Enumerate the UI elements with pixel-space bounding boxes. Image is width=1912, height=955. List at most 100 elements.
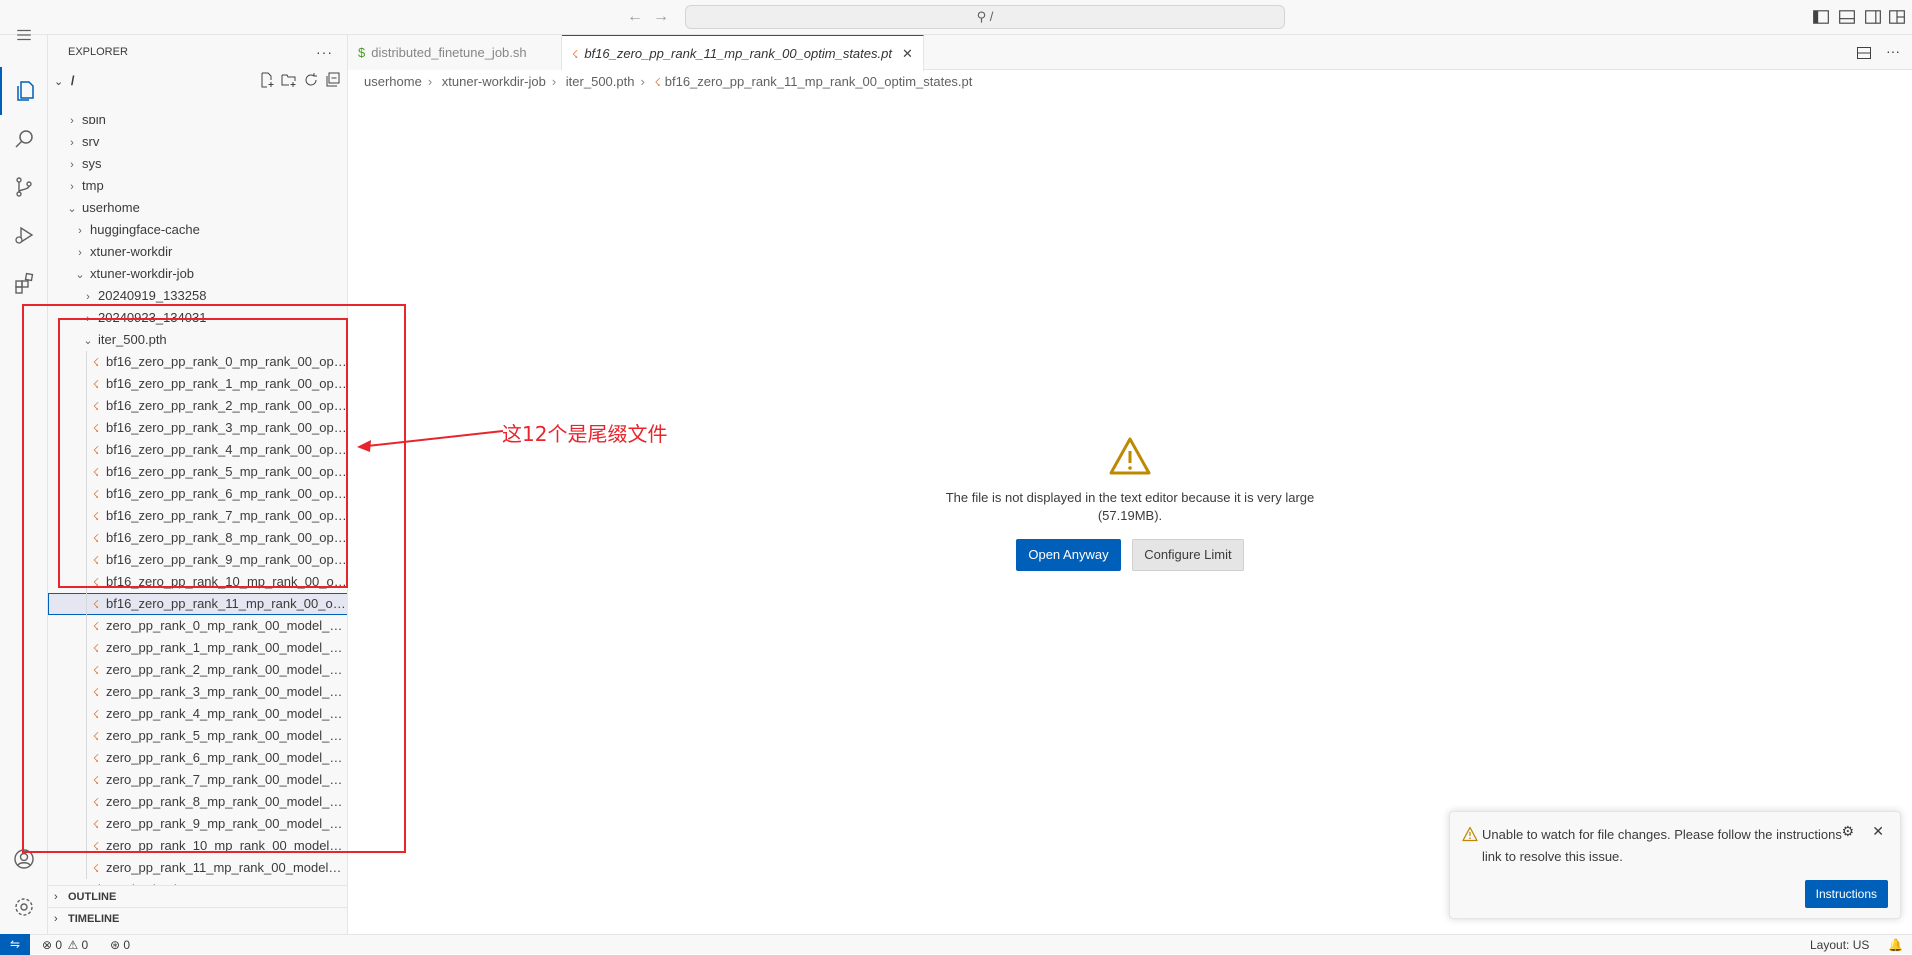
toggle-primary-sidebar-icon[interactable] [1812,8,1830,26]
ports-icon: ⊛ [110,938,121,952]
chevron-down-icon: ⌄ [54,76,64,88]
tree-folder[interactable]: › tmp [48,175,347,197]
remote-indicator-icon[interactable]: ⇋ [0,934,30,955]
close-icon[interactable]: ✕ [902,46,913,61]
breadcrumb-item[interactable]: iter_500.pth [566,74,635,89]
timeline-section[interactable]: › TIMELINE [48,907,347,929]
keyboard-layout[interactable]: Layout: US [1810,935,1869,955]
forward-arrow-icon[interactable]: → [652,8,670,26]
chevron-right-icon: › [78,247,82,259]
chevron-right-icon: › [54,913,58,925]
explorer-header: EXPLORER ··· [48,35,347,70]
breadcrumb-item[interactable]: userhome [364,74,422,89]
open-anyway-button[interactable]: Open Anyway [1016,539,1121,571]
timeline-label: TIMELINE [68,913,120,925]
search-text: / [989,9,994,24]
breadcrumb: userhome › xtuner-workdir-job › iter_500.p… [364,71,972,93]
tab-label: bf16_zero_pp_rank_11_mp_rank_00_optim_st… [584,46,892,61]
chevron-right-icon: › [70,181,74,193]
source-control-icon[interactable] [0,163,48,211]
explorer-root-folder[interactable]: ⌄ / [48,70,347,92]
tree-folder[interactable]: › sbin [48,117,347,131]
back-arrow-icon[interactable]: ← [626,8,644,26]
tree-folder[interactable]: › xtuner-workdir [48,241,347,263]
new-folder-icon[interactable] [281,72,297,88]
tree-item-label: userhome [82,200,140,215]
more-actions-icon[interactable]: ··· [316,35,333,70]
tree-item-label: zero_pp_rank_11_mp_rank_00_model_states.… [106,860,347,875]
split-editor-icon[interactable] [1856,45,1872,61]
warning-icon [1109,437,1151,475]
breadcrumb-item[interactable]: xtuner-workdir-job [442,74,546,89]
explorer-icon[interactable] [0,67,48,115]
chevron-right-icon: › [70,117,74,127]
error-count: 0 [55,938,63,952]
editor-more-actions-icon[interactable]: ··· [1886,43,1900,59]
notifications-bell-icon[interactable]: 🔔 [1888,935,1903,955]
rss-icon: ☇ [654,77,661,89]
instructions-button[interactable]: Instructions [1804,880,1888,908]
rss-icon: ☇ [92,863,100,875]
command-center-search[interactable]: ⚲ / [685,5,1285,29]
warning-line-1: The file is not displayed in the text ed… [945,490,1315,505]
title-bar: ← → ⚲ / [0,0,1912,35]
tree-item-label: tmp [82,178,104,193]
tab-optim-states[interactable]: ☇ bf16_zero_pp_rank_11_mp_rank_00_optim_s… [562,35,924,71]
tree-folder[interactable]: › huggingface-cache [48,219,347,241]
search-icon[interactable] [0,115,48,163]
breadcrumb-item[interactable]: bf16_zero_pp_rank_11_mp_rank_00_optim_st… [665,74,973,89]
new-file-icon[interactable] [259,72,275,88]
close-icon[interactable]: ✕ [1872,823,1884,840]
collapse-all-icon[interactable] [325,72,341,88]
dollar-icon: $ [358,45,366,60]
root-folder-label: / [70,73,75,88]
tree-item-label: xtuner-workdir [90,244,173,259]
indent-guide [86,857,87,879]
configure-limit-button[interactable]: Configure Limit [1132,539,1244,571]
large-file-warning: The file is not displayed in the text ed… [920,436,1340,571]
extensions-icon[interactable] [0,259,48,307]
chevron-right-icon: › [640,74,645,89]
warning-icon: ⚠ [67,938,79,952]
refresh-icon[interactable] [303,72,319,88]
tree-item-label: sys [82,156,102,171]
chevron-down-icon: ⌄ [67,203,77,215]
error-icon: ⊗ [42,938,53,952]
tree-item-label: srv [82,134,100,149]
search-icon: ⚲ [976,9,987,24]
warning-line-2: (57.19MB). [1097,508,1163,523]
tree-file[interactable]: ☇ zero_pp_rank_11_mp_rank_00_model_states… [48,857,347,879]
toggle-panel-icon[interactable] [1838,8,1856,26]
tree-item-label: sbin [82,117,106,127]
warning-message: The file is not displayed in the text ed… [920,489,1340,525]
chevron-right-icon: › [70,159,74,171]
problems-indicator[interactable]: ⊗ 0 ⚠ 0 [42,935,88,955]
outline-section[interactable]: › OUTLINE [48,885,347,907]
explorer-title: EXPLORER [68,46,128,58]
editor-tabs: $ distributed_finetune_job.sh ☇ bf16_zero_… [348,35,1912,71]
tree-folder[interactable]: › sys [48,153,347,175]
notification-message: Unable to watch for file changes. Please… [1482,827,1842,864]
notification-toast: Unable to watch for file changes. Please… [1449,811,1901,919]
customize-layout-icon[interactable] [1888,8,1906,26]
tab-label: distributed_finetune_job.sh [371,45,527,60]
tree-folder[interactable]: › srv [48,131,347,153]
warning-icon [1462,826,1478,842]
ports-count: 0 [123,938,131,952]
warning-count: 0 [81,938,89,952]
settings-gear-icon[interactable] [0,883,48,931]
menu-icon[interactable] [0,17,48,53]
tree-item-label: 20240919_133258 [98,288,207,303]
ports-indicator[interactable]: ⊛ 0 [110,935,130,955]
status-bar: ⇋ ⊗ 0 ⚠ 0 ⊛ 0 Layout: US 🔔 [0,934,1912,955]
outline-label: OUTLINE [68,891,117,903]
tree-item-label: huggingface-cache [90,222,200,237]
gear-icon[interactable]: ⚙ [1841,823,1854,840]
tree-folder[interactable]: ⌄ xtuner-workdir-job [48,263,347,285]
tab-distributed-finetune-job[interactable]: $ distributed_finetune_job.sh [348,35,562,70]
tree-folder[interactable]: ⌄ userhome [48,197,347,219]
toggle-secondary-sidebar-icon[interactable] [1864,8,1882,26]
chevron-right-icon: › [78,225,82,237]
run-debug-icon[interactable] [0,211,48,259]
annotation-arrow-icon [357,430,504,452]
